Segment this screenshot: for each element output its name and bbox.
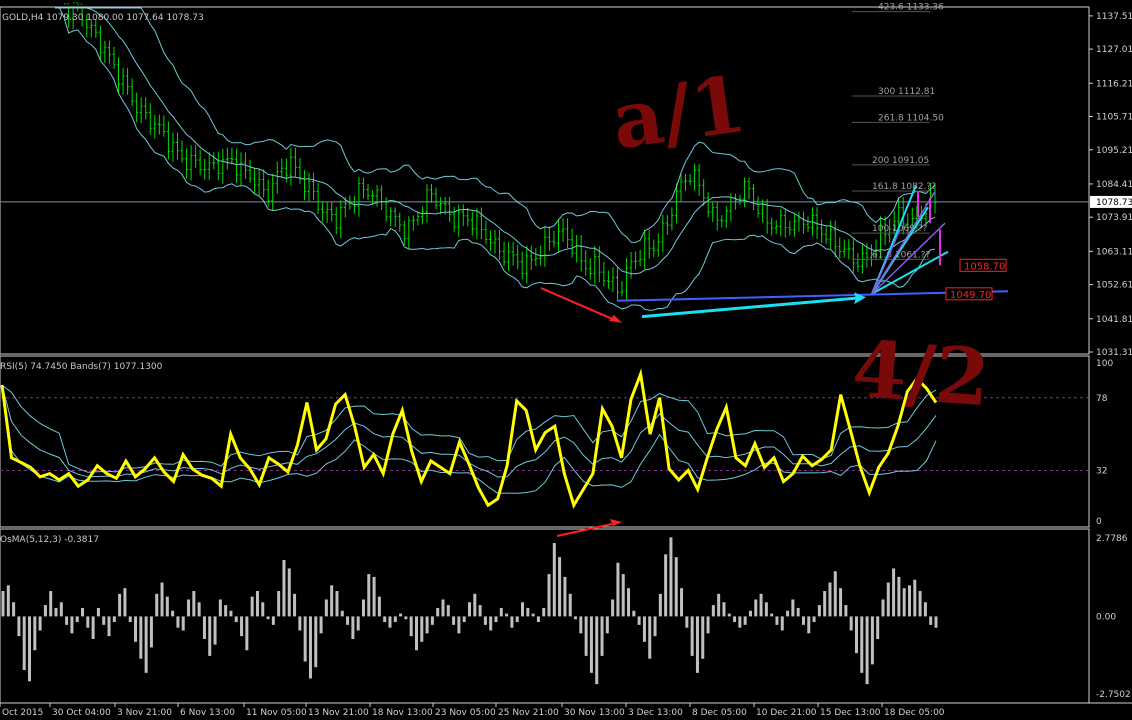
x-tick-label: 10 Dec 21:00 (756, 708, 817, 718)
x-tick-label: 6 Nov 13:00 (180, 708, 235, 718)
handwritten-annotation-bottom: 4/2 (849, 324, 992, 424)
x-tick-label: 23 Nov 05:00 (435, 708, 496, 718)
fib-level-label: 423.6 1133.36 (878, 3, 944, 13)
osma-ytick-label: -2.7502 (1096, 690, 1131, 700)
osma-ytick-label: 0.00 (1096, 612, 1116, 622)
x-tick-label: 13 Nov 21:00 (308, 708, 369, 718)
main-ytick-label: 1137.51 (1096, 12, 1132, 22)
x-tick-label: 3 Dec 13:00 (628, 708, 683, 718)
x-tick-label: 18 Dec 05:00 (884, 708, 945, 718)
main-ytick-label: 1041.81 (1096, 315, 1132, 325)
rsi-ytick-label: 0 (1096, 517, 1102, 527)
main-title: GOLD,H4 1079.30 1080.00 1077.64 1078.73 (2, 13, 204, 23)
main-ytick-label: 1031.31 (1096, 348, 1132, 358)
bollinger-upper (55, 7, 936, 243)
x-tick-label: 11 Nov 05:00 (246, 708, 307, 718)
main-ytick-label: 1084.41 (1096, 180, 1132, 190)
x-tick-label: 30 Oct 04:00 (52, 708, 111, 718)
fib-level-label: 200 1091.05 (872, 156, 929, 166)
red-arrow-head (609, 314, 622, 323)
x-tick-label: 15 Dec 13:00 (820, 708, 881, 718)
fib-level-label: 261.8 1104.50 (878, 113, 944, 123)
rsi-title: RSI(5) 74.7450 Bands(7) 1077.1300 (0, 362, 163, 372)
price-tag-label: 1049.70 (950, 290, 991, 301)
x-tick-label: 8 Dec 05:00 (692, 708, 747, 718)
fan-line-purple (871, 229, 901, 295)
main-ytick-label: 1073.91 (1096, 213, 1132, 223)
rsi-red-arrow (556, 523, 613, 537)
handwritten-annotation-top: a/1 (607, 59, 752, 168)
candles-group (63, 2, 937, 302)
x-tick-label: 3 Nov 21:00 (117, 708, 172, 718)
osma-panel: 2.7786 0.00 -2.7502 (1, 534, 1131, 700)
main-ytick-label: 1052.61 (1096, 281, 1132, 291)
main-ytick-label: 1105.71 (1096, 113, 1132, 123)
main-ytick-label: 1063.11 (1096, 247, 1132, 257)
x-tick-label: 25 Nov 21:00 (498, 708, 559, 718)
x-tick-label: 18 Nov 13:00 (372, 708, 433, 718)
main-ytick-label: 1127.01 (1096, 45, 1132, 55)
current-price-label: 1078.73 (1096, 198, 1132, 208)
x-tick-label: Oct 2015 (2, 708, 43, 718)
fib-level-label: 61.8 1061.?? (872, 250, 930, 260)
time-axis: Oct 2015 30 Oct 04:00 3 Nov 21:00 6 Nov 13:… (0, 703, 945, 718)
rsi-ytick-label: 32 (1096, 466, 1107, 476)
fib-level-label: 161.8 1082.?? (872, 182, 936, 192)
x-tick-label: 30 Nov 13:00 (564, 708, 625, 718)
osma-title: OsMA(5,12,3) -0.3817 (0, 535, 99, 545)
trading-chart[interactable]: 1137.51 1127.01 1116.21 1105.71 1095.21 1084.… (0, 0, 1132, 720)
osma-ytick-label: 2.7786 (1096, 534, 1128, 544)
rsi-ytick-label: 78 (1096, 394, 1108, 404)
main-ytick-label: 1095.21 (1096, 146, 1132, 156)
fib-level-label: 300 1112.81 (878, 87, 935, 97)
main-ytick-label: 1116.21 (1096, 79, 1132, 89)
support-line-cyan (641, 296, 863, 319)
rsi-band-lower (1, 385, 937, 494)
price-tag-label: 1058.70 (964, 261, 1005, 272)
main-panel: 1137.51 1127.01 1116.21 1105.71 1095.21 1084.… (0, 2, 1132, 358)
rsi-line (0, 368, 938, 509)
rsi-ytick-label: 100 (1096, 359, 1113, 369)
main-panel-frame (0, 6, 1090, 355)
